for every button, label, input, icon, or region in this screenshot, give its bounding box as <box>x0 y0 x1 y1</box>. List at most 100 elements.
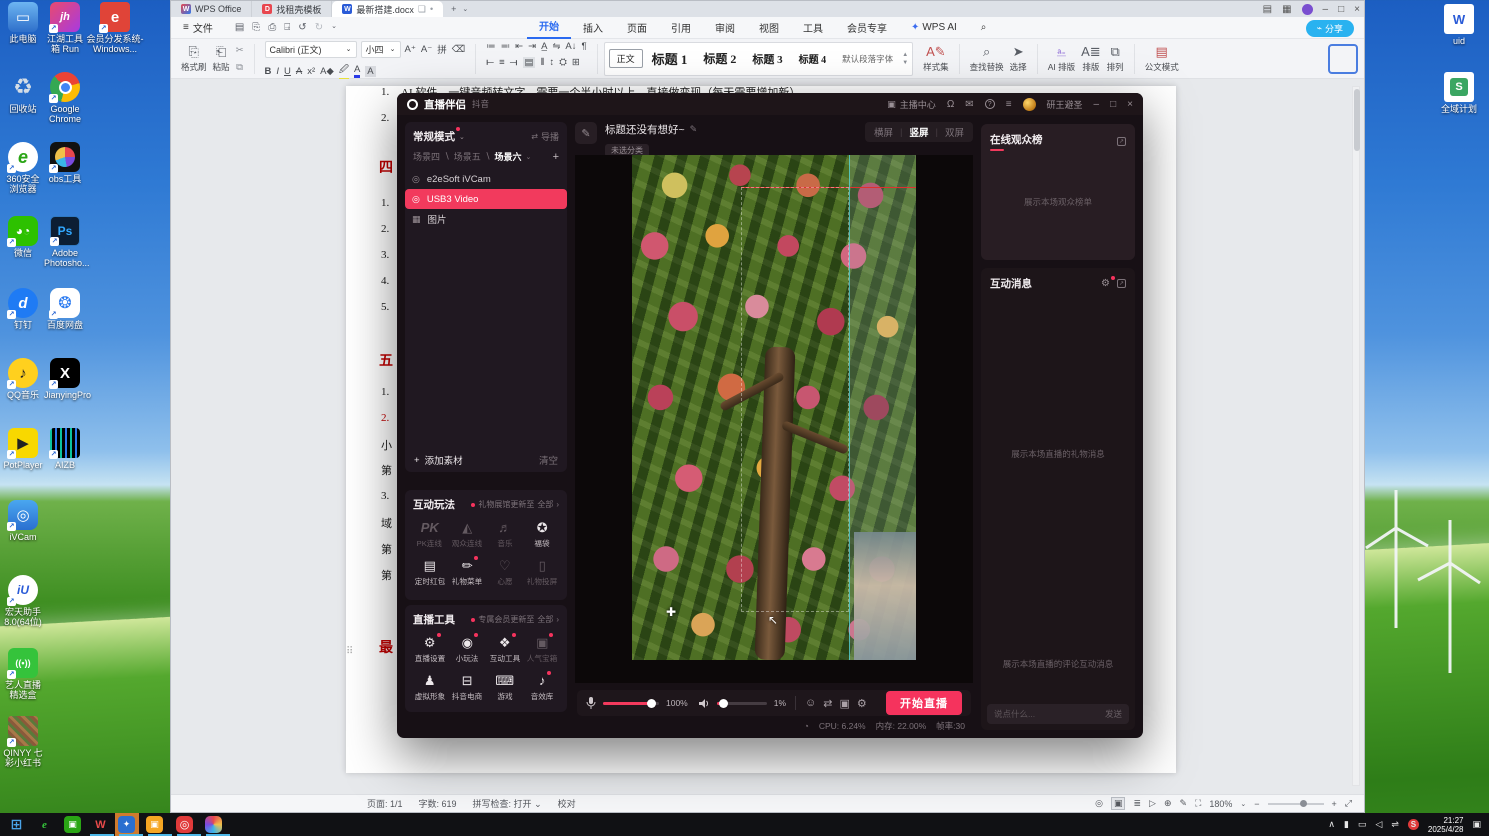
zoom-level[interactable]: 180% <box>1209 799 1232 809</box>
taskbar-obs-icon[interactable]: ◎ <box>176 816 193 833</box>
desktop-icon-obs-tool[interactable]: obs工具 <box>44 142 86 184</box>
menu-member[interactable]: 会员专享 <box>835 20 899 35</box>
add-scene-button[interactable]: + <box>553 151 559 163</box>
select-button[interactable]: ➤ 选择 <box>1010 44 1027 73</box>
source-usb3-video[interactable]: ◎ USB3 Video <box>405 189 567 209</box>
zoom-slider-knob[interactable] <box>1299 799 1307 807</box>
tool-live-settings[interactable]: ⚙ 直播设置 <box>411 633 449 664</box>
align-center-icon[interactable]: ≡ <box>499 57 505 68</box>
mode-landscape[interactable]: 横屏 <box>874 125 893 139</box>
shading-icon[interactable]: ⛭ <box>559 57 567 68</box>
source-image[interactable]: ▦ 图片 <box>405 209 567 229</box>
desktop-icon-uid-doc[interactable]: W uid <box>1438 4 1480 46</box>
scene-tab-4[interactable]: 场景四 <box>413 150 440 163</box>
desktop-icon-dingtalk[interactable]: d 钉钉 <box>2 288 44 330</box>
layout-split-icon[interactable]: ▦ <box>1282 4 1291 15</box>
add-material-button[interactable]: + 添加素材 <box>414 453 463 468</box>
tool-douyin-ecommerce[interactable]: ⊟ 抖音电商 <box>449 673 487 702</box>
viewers-rank-tab[interactable]: 在线观众榜 <box>990 132 1043 147</box>
web-view-icon[interactable]: ⊕ <box>1164 798 1172 809</box>
desktop-icon-member-dist[interactable]: e 会员分发系统-Windows... <box>86 2 144 54</box>
menu-insert[interactable]: 插入 <box>571 20 615 35</box>
play-lucky-bag[interactable]: ✪ 福袋 <box>524 520 562 549</box>
menu-icon[interactable]: ≡ <box>1006 99 1012 110</box>
style-set-button[interactable]: A✎ 样式集 <box>923 44 949 73</box>
scene-tab-5[interactable]: 场景五 <box>454 150 481 163</box>
wrap-icon[interactable]: ⇋ <box>552 41 560 52</box>
file-menu[interactable]: ≡ 文件 <box>171 20 225 35</box>
scene-tab-6-active[interactable]: 场景六 <box>495 150 522 163</box>
undo-icon[interactable]: ↺ <box>298 22 306 33</box>
edit-title-button[interactable]: ✎ <box>575 122 597 144</box>
pinyin-icon[interactable]: 拼 <box>437 42 447 56</box>
highlight-color-button[interactable]: 🖉 <box>338 62 349 81</box>
style-heading4[interactable]: 标题 4 <box>792 49 834 68</box>
redo-icon[interactable]: ↻ <box>315 22 323 33</box>
camera-button[interactable]: ▣ <box>840 697 850 710</box>
play-pk-link[interactable]: PK PK连线 <box>411 520 449 549</box>
tray-display-icon[interactable]: ▭ <box>1358 819 1367 830</box>
font-color-button[interactable]: A <box>353 64 361 78</box>
style-default-font[interactable]: 默认段落字体 <box>835 51 900 67</box>
wps-minimize-button[interactable]: – <box>1323 4 1329 15</box>
tray-volume-icon[interactable]: ◁ <box>1375 819 1382 830</box>
mode-selector[interactable]: 常规模式 <box>413 127 460 144</box>
line-spacing-icon[interactable]: ↕ <box>549 57 554 68</box>
notification-center-icon[interactable]: ▣ <box>1472 819 1481 830</box>
director-button[interactable]: ⇄ 导播 <box>531 130 559 143</box>
tool-popularity[interactable]: ▣ 人气宝箱 <box>524 633 562 664</box>
tab-list-chevron-icon[interactable]: ⌄ <box>462 5 468 13</box>
strikethrough-button[interactable]: A <box>296 66 302 77</box>
zoom-chevron-icon[interactable]: ⌄ <box>1240 800 1246 808</box>
layout-grid-icon[interactable]: ▤ <box>1263 4 1272 15</box>
menu-tools[interactable]: 工具 <box>791 20 835 35</box>
italic-button[interactable]: I <box>276 66 279 77</box>
sort-icon[interactable]: A↓ <box>565 41 576 52</box>
format-painter-button[interactable]: ⎘ 格式刷 <box>181 44 207 73</box>
desktop-icon-wechat[interactable]: ◕◔ 微信 <box>2 216 44 258</box>
stream-minimize-button[interactable]: – <box>1094 99 1100 110</box>
find-replace-button[interactable]: ⌕ 查找替换 <box>970 44 1004 73</box>
menu-home[interactable]: 开始 <box>526 17 571 39</box>
ribbon-search-icon[interactable]: ⌕ <box>969 22 999 33</box>
desktop-icon-potplayer[interactable]: ▶ PotPlayer <box>2 428 44 470</box>
chevron-down-icon[interactable]: ⌄ <box>526 153 532 161</box>
more-chevron-icon[interactable]: ⌄ <box>331 22 337 33</box>
tool-games[interactable]: ⌨ 游戏 <box>486 673 524 702</box>
paste-button[interactable]: ⎗ 粘贴 <box>213 44 230 73</box>
justify-icon[interactable]: ▤ <box>522 56 536 68</box>
char-shading-button[interactable]: A <box>365 65 376 77</box>
share-button[interactable]: ⌁ 分享 <box>1305 20 1354 37</box>
desktop-icon-qinyy[interactable]: QINYY 七彩小红书 <box>2 716 44 768</box>
proofread[interactable]: 校对 <box>558 797 576 810</box>
wps-maximize-button[interactable]: □ <box>1338 4 1344 15</box>
start-button[interactable]: ⊞ <box>8 816 25 833</box>
zoom-in-button[interactable]: + <box>1332 799 1337 809</box>
desktop-icon-sheet-doc[interactable]: S 全域计划 <box>1438 72 1480 114</box>
style-normal[interactable]: 正文 <box>608 49 643 68</box>
taskbar-wps-icon[interactable]: W <box>92 816 109 833</box>
print-icon[interactable]: ⎙ <box>268 22 276 33</box>
start-live-button[interactable]: 开始直播 <box>886 691 962 715</box>
taskbar-capcut-icon[interactable] <box>205 816 222 833</box>
copy-icon[interactable]: ⧉ <box>236 62 243 73</box>
play-gift-menu[interactable]: ✏ 礼物菜单 <box>449 556 487 587</box>
paragraph-drag-handle[interactable]: ⠿ <box>346 646 353 657</box>
microphone-icon[interactable] <box>586 696 596 710</box>
desktop-icon-aizb[interactable]: AIZB <box>44 428 86 470</box>
stream-title-text[interactable]: 标题还没有想好~ <box>605 122 685 137</box>
decrease-font-icon[interactable]: A⁻ <box>421 44 432 55</box>
bullet-list-icon[interactable]: ≔ <box>486 41 496 52</box>
scrollbar-thumb[interactable] <box>1354 89 1360 151</box>
sticker-button[interactable]: ☺ <box>805 697 816 709</box>
mode-dual[interactable]: 双屏 <box>945 125 964 139</box>
cut-icon[interactable]: ✂ <box>236 45 244 56</box>
transform-selection-box[interactable] <box>741 187 849 612</box>
tray-expand-icon[interactable]: ∧ <box>1328 819 1335 830</box>
play-panel-more[interactable]: 礼物展馆更新至 全部 › <box>471 499 559 510</box>
style-gallery-scroll[interactable]: ▲ ▼ <box>902 52 908 66</box>
number-list-icon[interactable]: ≕ <box>501 41 511 52</box>
clear-format-icon[interactable]: ⌫ <box>452 44 465 55</box>
align-left-icon[interactable]: ⟝ <box>486 57 494 68</box>
font-name-select[interactable]: Calibri (正文) ⌄ <box>264 40 357 58</box>
